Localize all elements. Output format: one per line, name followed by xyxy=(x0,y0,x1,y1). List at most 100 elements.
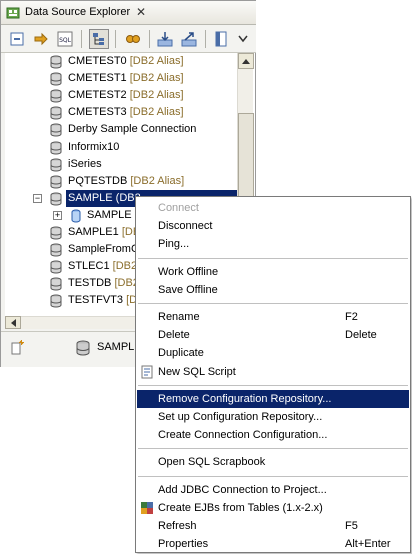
view-menu-icon[interactable] xyxy=(211,29,231,49)
database-icon xyxy=(49,106,63,120)
menu-item-remove-configuration-repository[interactable]: Remove Configuration Repository... xyxy=(137,389,409,408)
menu-item-create-ejbs-from-tables-1-x-2-x[interactable]: Create EJBs from Tables (1.x-2.x) xyxy=(137,499,409,517)
menu-item-rename[interactable]: Rename F2 xyxy=(137,308,409,326)
collapse-icon[interactable]: − xyxy=(33,193,42,203)
database-icon xyxy=(49,260,63,274)
new-connection-icon[interactable] xyxy=(11,340,25,359)
connection-name: SAMPLE1 xyxy=(68,226,119,238)
menu-item-open-sql-scrapbook[interactable]: Open SQL Scrapbook xyxy=(137,453,409,471)
view-tab[interactable]: Data Source Explorer ✕ xyxy=(1,1,256,25)
svg-text:SQL: SQL xyxy=(59,37,72,44)
connection-name: CMETEST3 xyxy=(68,106,127,119)
tree-item[interactable]: PQTESTDB [DB2 Alias] xyxy=(5,173,255,190)
menu-item-refresh[interactable]: Refresh F5 xyxy=(137,517,409,535)
db2-alias-badge: [DB2 Alias] xyxy=(130,174,185,187)
menu-item-label: Set up Configuration Repository... xyxy=(158,411,323,423)
database-icon xyxy=(49,243,63,257)
tree-item[interactable]: CMETEST0 [DB2 Alias] xyxy=(5,53,255,70)
connection-name: SampleFromC xyxy=(68,243,139,256)
tree-item-label: PQTESTDB [DB2 Alias] xyxy=(68,173,184,190)
menu-item-label: Refresh xyxy=(158,520,197,532)
tree-item[interactable]: Informix10 xyxy=(5,139,255,156)
menu-item-create-connection-configuration[interactable]: Create Connection Configuration... xyxy=(137,426,409,444)
menu-item-disconnect[interactable]: Disconnect xyxy=(137,217,409,235)
link-editor-icon[interactable] xyxy=(31,29,51,49)
connection-name: SAMPLE xyxy=(87,208,132,221)
connection-name: Derby Sample Connection xyxy=(68,123,197,136)
menu-item-label: Delete xyxy=(158,329,190,342)
connection-name: PQTESTDB xyxy=(68,174,128,187)
database-icon xyxy=(49,72,63,86)
connection-name: iSeries xyxy=(68,157,102,170)
db2-alias-badge: [DB2 xyxy=(112,260,138,273)
menu-item-connect[interactable]: Connect xyxy=(137,199,409,217)
scroll-up-icon[interactable] xyxy=(238,53,254,69)
database-icon xyxy=(75,340,91,359)
tree-item-label: Derby Sample Connection xyxy=(68,121,196,138)
view-title: Data Source Explorer xyxy=(25,6,131,18)
database-icon xyxy=(49,89,63,103)
menu-item-save-offline[interactable]: Save Offline xyxy=(137,281,409,299)
sql-editor-icon[interactable]: SQL xyxy=(55,29,75,49)
connection-name: CMETEST1 xyxy=(68,72,127,85)
menu-item-label: Properties xyxy=(158,538,209,551)
menu-item-label: Disconnect xyxy=(158,220,213,233)
menu-item-shortcut: F2 xyxy=(345,311,358,323)
tree-item-label: CMETEST1 [DB2 Alias] xyxy=(68,70,184,87)
menu-item-properties[interactable]: Properties Alt+Enter xyxy=(137,535,409,553)
tree-item[interactable]: CMETEST2 [DB2 Alias] xyxy=(5,87,255,104)
tree-item-label: TESTFVT3 [DB xyxy=(68,292,144,309)
menu-item-add-jdbc-connection-to-project[interactable]: Add JDBC Connection to Project... xyxy=(137,481,409,499)
menu-item-work-offline[interactable]: Work Offline xyxy=(137,263,409,281)
menu-item-label: Ping... xyxy=(158,238,190,251)
data-source-explorer-icon xyxy=(6,6,20,20)
db2-alias-badge: [DB2 Alias] xyxy=(129,55,184,67)
tree-item[interactable]: Derby Sample Connection xyxy=(5,121,255,138)
database-icon xyxy=(49,55,63,69)
tree-item-label: CMETEST0 [DB2 Alias] xyxy=(68,53,184,70)
tree-item-label: Informix10 xyxy=(68,139,119,156)
context-menu: Connect Disconnect Ping... Work Offline Save… xyxy=(135,196,411,553)
export-icon[interactable] xyxy=(179,29,199,49)
connection-name: CMETEST2 xyxy=(68,89,127,102)
menu-item-label: Create Connection Configuration... xyxy=(158,429,328,442)
menu-separator xyxy=(138,475,408,477)
menu-item-shortcut: Alt+Enter xyxy=(345,538,391,551)
ejb-icon xyxy=(140,501,154,515)
menu-item-set-up-configuration-repository[interactable]: Set up Configuration Repository... xyxy=(137,408,409,426)
database-icon xyxy=(49,158,63,172)
tree-item-label: STLEC1 [DB2 xyxy=(68,258,137,275)
menu-item-label: Open SQL Scrapbook xyxy=(158,456,266,469)
menu-item-new-sql-script[interactable]: New SQL Script xyxy=(137,363,409,381)
db2-alias-badge: [DB2 Alias] xyxy=(129,89,184,102)
import-icon[interactable] xyxy=(155,29,175,49)
menu-item-label: Create EJBs from Tables (1.x-2.x) xyxy=(158,501,323,514)
connection-name: TESTFVT3 xyxy=(68,294,124,307)
scroll-left-icon[interactable] xyxy=(5,316,21,329)
menu-item-label: New SQL Script xyxy=(158,365,236,378)
tree-item-label: CMETEST3 [DB2 Alias] xyxy=(68,104,184,121)
tree-item[interactable]: CMETEST1 [DB2 Alias] xyxy=(5,70,255,87)
expand-icon[interactable]: + xyxy=(53,210,62,220)
menu-separator xyxy=(138,303,408,304)
menu-item-label: Add JDBC Connection to Project... xyxy=(158,483,327,496)
menu-item-ping[interactable]: Ping... xyxy=(137,235,409,253)
menu-item-label: Rename xyxy=(158,311,200,323)
hierarchy-icon[interactable] xyxy=(89,29,109,49)
tree-item[interactable]: iSeries xyxy=(5,156,255,173)
database-icon xyxy=(49,175,63,189)
connection-name: TESTDB xyxy=(68,277,112,290)
dropdown-icon[interactable] xyxy=(233,29,253,49)
connection-name: SAMPLE (DB2 xyxy=(68,191,141,204)
database-icon xyxy=(49,141,63,155)
tree-item[interactable]: CMETEST3 [DB2 Alias] xyxy=(5,104,255,121)
db2-alias-badge: [DB2 Alias] xyxy=(129,72,184,85)
collapse-all-icon[interactable] xyxy=(7,29,27,49)
database-icon xyxy=(49,294,63,308)
menu-item-label: Remove Configuration Repository... xyxy=(158,392,332,405)
menu-item-duplicate[interactable]: Duplicate xyxy=(137,344,409,362)
close-icon[interactable]: ✕ xyxy=(136,5,146,19)
menu-separator xyxy=(138,448,408,450)
connect-icon[interactable] xyxy=(123,29,143,49)
menu-item-delete[interactable]: Delete Delete xyxy=(137,326,409,344)
